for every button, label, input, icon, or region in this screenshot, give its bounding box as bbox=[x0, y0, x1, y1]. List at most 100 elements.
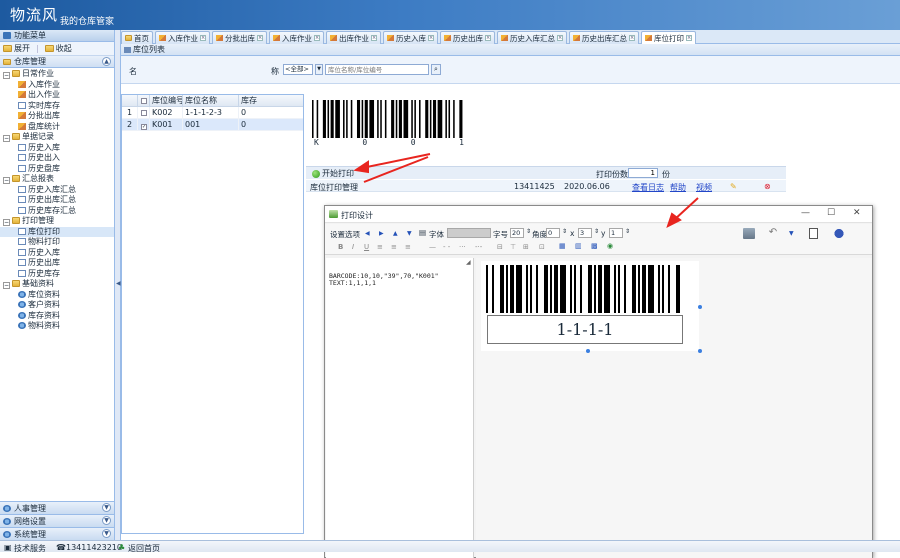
row-checkbox[interactable]: ✓ bbox=[138, 119, 150, 130]
select-dropdown-button[interactable]: ▼ bbox=[315, 64, 323, 75]
angle-input[interactable]: 0 bbox=[546, 228, 560, 238]
resize-handle[interactable] bbox=[586, 349, 590, 353]
delete-icon[interactable]: ⊗ bbox=[764, 182, 771, 191]
tab-close-icon[interactable]: × bbox=[257, 35, 263, 41]
menu-item[interactable]: 客户资料 bbox=[0, 300, 114, 311]
tab-close-icon[interactable]: × bbox=[557, 35, 563, 41]
tab-item[interactable]: 入库作业 × bbox=[155, 31, 210, 44]
align-center-icon[interactable]: ≡ bbox=[391, 243, 397, 251]
menu-item[interactable]: 库存资料 bbox=[0, 311, 114, 322]
table-row[interactable]: 2 ✓ K001 001 0 bbox=[122, 119, 303, 131]
underline-icon[interactable]: U bbox=[364, 243, 369, 251]
expand-all-button[interactable]: 展开 bbox=[3, 43, 30, 54]
expander-icon[interactable]: − bbox=[3, 72, 10, 79]
menu-item[interactable]: 历史盘库 bbox=[0, 164, 114, 175]
arrow-left-icon[interactable]: ◀ bbox=[365, 230, 370, 237]
bold-icon[interactable]: B bbox=[338, 243, 343, 251]
arrow-up-icon[interactable]: ▲ bbox=[393, 230, 398, 237]
tab-close-icon[interactable]: × bbox=[428, 35, 434, 41]
tab-item[interactable]: 历史入库 × bbox=[383, 31, 438, 44]
menu-item[interactable]: 物料打印 bbox=[0, 237, 114, 248]
row-checkbox[interactable] bbox=[138, 107, 150, 118]
menu-item[interactable]: 历史入库 bbox=[0, 143, 114, 154]
x-spinner-icon[interactable]: ⇕ bbox=[594, 228, 599, 235]
tab-close-icon[interactable]: × bbox=[686, 35, 692, 41]
tab-close-icon[interactable]: × bbox=[485, 35, 491, 41]
col-header-code[interactable]: 库位编号 bbox=[150, 95, 183, 106]
expand-section-button[interactable]: ▼ bbox=[102, 503, 111, 512]
column-icon[interactable]: ⊤ bbox=[510, 243, 516, 251]
resize-grip-icon[interactable]: ◢ bbox=[466, 259, 471, 266]
tab-item[interactable]: 入库作业 × bbox=[269, 31, 324, 44]
label-barcode-element[interactable] bbox=[486, 265, 682, 313]
align-right-icon[interactable]: ≡ bbox=[405, 243, 411, 251]
menu-item[interactable]: 实时库存 bbox=[0, 101, 114, 112]
expander-icon[interactable]: − bbox=[3, 219, 10, 226]
category-select[interactable]: <全部> bbox=[283, 64, 313, 75]
menu-item[interactable]: 历史库存 bbox=[0, 269, 114, 280]
qrcode-tool-icon[interactable]: ▩ bbox=[591, 242, 598, 250]
font-select[interactable] bbox=[447, 228, 491, 238]
menu-item[interactable]: 入库作业 bbox=[0, 80, 114, 91]
line-dash-icon[interactable]: - - bbox=[443, 243, 450, 251]
menu-item[interactable]: 历史出入 bbox=[0, 153, 114, 164]
align-left-icon[interactable]: ≡ bbox=[377, 243, 383, 251]
select-all-checkbox-header[interactable] bbox=[138, 95, 150, 106]
expander-icon[interactable]: − bbox=[3, 135, 10, 142]
tab-close-icon[interactable]: × bbox=[314, 35, 320, 41]
section-network[interactable]: 网络设置 ▼ bbox=[0, 514, 114, 527]
resize-handle[interactable] bbox=[698, 349, 702, 353]
copies-input[interactable] bbox=[628, 168, 658, 178]
tab-close-icon[interactable]: × bbox=[371, 35, 377, 41]
tab-item[interactable]: 历史出库 × bbox=[440, 31, 495, 44]
line-solid-icon[interactable]: — bbox=[429, 243, 436, 251]
y-input[interactable]: 1 bbox=[609, 228, 623, 238]
expander-icon[interactable]: − bbox=[3, 177, 10, 184]
arrow-down-icon[interactable]: ▼ bbox=[407, 230, 412, 237]
help-link[interactable]: 帮助 bbox=[670, 182, 686, 193]
menu-item[interactable]: 库位资料 bbox=[0, 290, 114, 301]
collapse-all-button[interactable]: 收起 bbox=[44, 43, 72, 54]
col-header-stock[interactable]: 库存 bbox=[239, 95, 303, 106]
grid-icon[interactable]: ⊡ bbox=[539, 243, 545, 251]
menu-item[interactable]: 分批出库 bbox=[0, 111, 114, 122]
minimize-button[interactable]: — bbox=[801, 208, 810, 218]
barcode-tool-icon[interactable]: ▥ bbox=[575, 242, 582, 250]
tab-item[interactable]: 出库作业 × bbox=[326, 31, 381, 44]
close-button[interactable]: ✕ bbox=[853, 208, 861, 218]
angle-spinner-icon[interactable]: ⇕ bbox=[562, 228, 567, 235]
tab-item[interactable]: 库位打印 × bbox=[641, 31, 696, 44]
collapse-section-button[interactable]: ▲ bbox=[102, 57, 111, 66]
tab-close-icon[interactable]: × bbox=[629, 35, 635, 41]
menu-item[interactable]: 出入作业 bbox=[0, 90, 114, 101]
label-text-element[interactable]: 1-1-1-1 bbox=[487, 315, 683, 344]
table-icon[interactable]: ⊞ bbox=[523, 243, 529, 251]
tab-item[interactable]: 首页 bbox=[121, 31, 153, 44]
tab-item[interactable]: 历史入库汇总 × bbox=[497, 31, 567, 44]
size-input[interactable]: 20 bbox=[510, 228, 524, 238]
menu-item[interactable]: 历史入库 bbox=[0, 248, 114, 259]
row-checkbox-box[interactable]: ✓ bbox=[141, 124, 147, 130]
line-dashdot-icon[interactable]: -·- bbox=[475, 243, 482, 251]
video-link[interactable]: 视频 bbox=[696, 182, 712, 193]
expand-section-button[interactable]: ▼ bbox=[102, 516, 111, 525]
line-dot-icon[interactable]: ··· bbox=[459, 243, 466, 251]
section-hr[interactable]: 人事管理 ▼ bbox=[0, 501, 114, 514]
size-spinner-icon[interactable]: ⇕ bbox=[526, 228, 531, 235]
resize-handle[interactable] bbox=[698, 305, 702, 309]
tab-item[interactable]: 历史出库汇总 × bbox=[569, 31, 639, 44]
expander-icon[interactable]: − bbox=[3, 282, 10, 289]
x-input[interactable]: 3 bbox=[578, 228, 592, 238]
command-editor[interactable]: ◢ BARCODE:10,10,"39",70,"K001" TEXT:1,1,… bbox=[326, 258, 474, 558]
menu-group[interactable]: − 汇总报表 bbox=[0, 174, 114, 185]
view-log-link[interactable]: 查看日志 bbox=[632, 182, 664, 193]
section-system[interactable]: 系统管理 ▼ bbox=[0, 527, 114, 540]
maximize-button[interactable]: ☐ bbox=[827, 208, 835, 218]
text-box-icon[interactable]: ⊟ bbox=[497, 243, 503, 251]
start-print-button[interactable]: 开始打印 bbox=[312, 168, 354, 179]
search-input[interactable] bbox=[325, 64, 429, 75]
menu-item[interactable]: 物料资料 bbox=[0, 321, 114, 332]
edit-icon[interactable]: ✎ bbox=[730, 182, 737, 191]
menu-group[interactable]: − 单据记录 bbox=[0, 132, 114, 143]
row-checkbox-box[interactable] bbox=[141, 110, 147, 116]
